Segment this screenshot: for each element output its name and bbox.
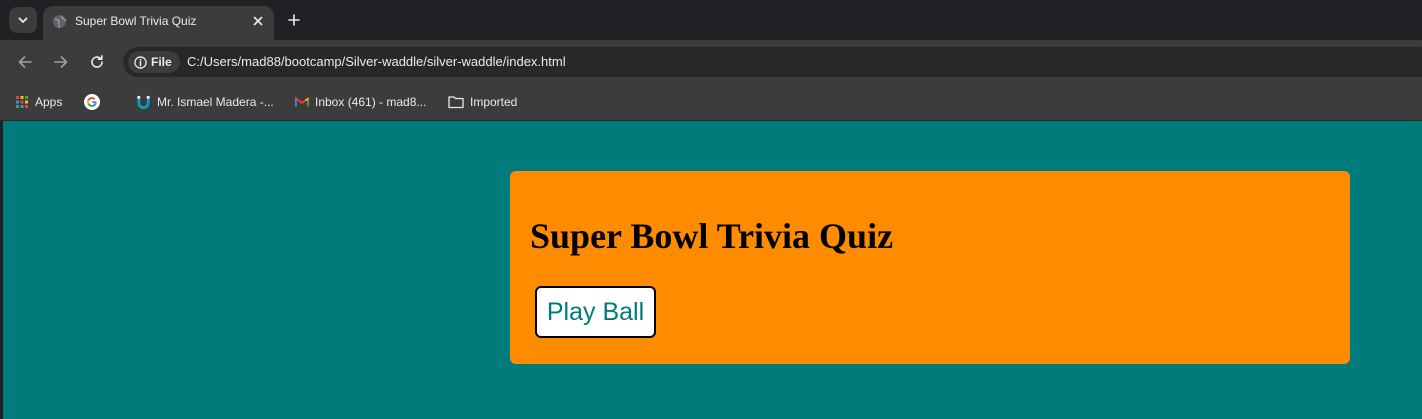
info-icon xyxy=(134,55,147,69)
bookmark-inbox[interactable]: Inbox (461) - mad8... xyxy=(295,92,426,112)
page-viewport: Super Bowl Trivia Quiz Play Ball xyxy=(3,121,1422,419)
browser-window: Super Bowl Trivia Quiz File C:/Users/mad… xyxy=(0,0,1422,419)
bookmarks-bar: Apps Mr. Ismael Madera -... Inbox (461) … xyxy=(0,84,1422,121)
magnet-icon xyxy=(137,95,150,109)
apps-grid-icon xyxy=(16,96,28,108)
bookmark-imported-folder[interactable]: Imported xyxy=(448,92,517,112)
new-tab-button[interactable] xyxy=(284,10,304,30)
bookmark-madera[interactable]: Mr. Ismael Madera -... xyxy=(136,92,274,112)
bookmark-label: Inbox (461) - mad8... xyxy=(315,95,427,109)
tab-strip: Super Bowl Trivia Quiz xyxy=(0,0,1422,40)
browser-toolbar: File C:/Users/mad88/bootcamp/Silver-wadd… xyxy=(0,40,1422,84)
reload-icon xyxy=(91,55,103,68)
bookmark-apps[interactable]: Apps xyxy=(15,92,62,112)
active-tab[interactable]: Super Bowl Trivia Quiz xyxy=(43,6,274,40)
bookmark-google[interactable] xyxy=(84,92,100,112)
tab-title: Super Bowl Trivia Quiz xyxy=(75,14,197,28)
tab-close-button[interactable] xyxy=(250,13,266,29)
reload-button[interactable] xyxy=(86,51,108,73)
arrow-left-icon xyxy=(18,56,32,68)
site-info-chip[interactable]: File xyxy=(128,51,180,73)
tab-search-button[interactable] xyxy=(9,7,37,33)
globe-icon xyxy=(52,14,67,29)
play-ball-button[interactable]: Play Ball xyxy=(535,286,656,338)
quiz-card: Super Bowl Trivia Quiz Play Ball xyxy=(510,171,1350,364)
site-chip-label: File xyxy=(151,55,172,69)
back-button[interactable] xyxy=(14,51,36,73)
url-text[interactable]: C:/Users/mad88/bootcamp/Silver-waddle/si… xyxy=(187,54,566,70)
google-icon xyxy=(84,94,100,110)
bookmark-label: Imported xyxy=(470,95,518,109)
plus-icon xyxy=(288,14,300,26)
chevron-down-icon xyxy=(18,17,28,23)
address-bar[interactable]: File C:/Users/mad88/bootcamp/Silver-wadd… xyxy=(123,47,1422,77)
forward-button[interactable] xyxy=(50,51,72,73)
page-title: Super Bowl Trivia Quiz xyxy=(530,216,894,256)
close-icon xyxy=(253,16,263,26)
folder-icon xyxy=(448,96,464,109)
bookmark-label: Mr. Ismael Madera -... xyxy=(157,95,274,109)
arrow-right-icon xyxy=(54,56,68,68)
gmail-icon xyxy=(295,96,309,107)
bookmark-label: Apps xyxy=(35,95,63,109)
